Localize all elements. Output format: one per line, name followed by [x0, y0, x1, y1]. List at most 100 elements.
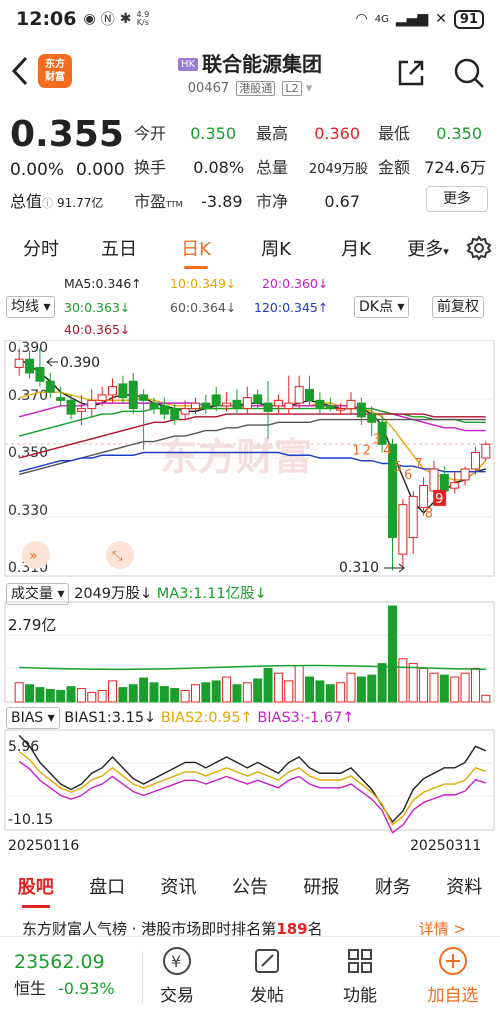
- tab-profile[interactable]: 资料: [429, 873, 500, 899]
- tab-five-day[interactable]: 五日: [82, 235, 156, 261]
- candle: [253, 394, 263, 404]
- signal-number: 8: [425, 507, 433, 522]
- stock-name: 联合能源集团: [202, 52, 323, 76]
- stock-header: 东方 财富 HK 联合能源集团 00467 港股通 L2 ▾: [0, 42, 500, 104]
- signal-number: 6: [404, 468, 412, 483]
- tab-research[interactable]: 研报: [286, 873, 357, 899]
- signal-number: 1: [352, 444, 360, 459]
- turnover-value: 0.08%: [193, 158, 245, 177]
- bias1-value: BIAS1:3.15↓: [64, 710, 157, 726]
- signal-number: 4: [383, 444, 391, 459]
- tab-intraday[interactable]: 分时: [0, 235, 82, 261]
- candle: [56, 397, 66, 401]
- svg-text:¥: ¥: [171, 952, 181, 971]
- eye-icon: ◉: [83, 11, 96, 27]
- min-price-marker: 0.310: [339, 560, 379, 576]
- mute-icon: ✕: [435, 11, 447, 27]
- volume-indicator-select[interactable]: 成交量 ▾: [6, 583, 70, 605]
- volume-bar: [97, 689, 107, 703]
- tab-news[interactable]: 资讯: [143, 873, 214, 899]
- tab-financials[interactable]: 财务: [357, 873, 428, 899]
- y-tick-label: 0.330: [8, 503, 48, 519]
- volume-bar: [346, 672, 356, 703]
- bias-top-tick: 5.96: [8, 739, 39, 755]
- share-icon[interactable]: [396, 58, 426, 88]
- add-watchlist-button[interactable]: 加自选: [418, 945, 488, 1006]
- tab-order-book[interactable]: 盘口: [71, 873, 142, 899]
- tab-more[interactable]: 更多▾: [396, 235, 460, 261]
- post-button[interactable]: 发帖: [232, 945, 302, 1006]
- volume-bar: [398, 658, 408, 703]
- volume-bar: [408, 663, 418, 703]
- volume-bar: [481, 694, 491, 703]
- candle: [305, 388, 315, 401]
- low-value: 0.350: [436, 124, 483, 143]
- period-tabs: 分时 五日 日K 周K 月K 更多▾: [0, 228, 500, 269]
- volume-bar: [439, 674, 449, 703]
- bias-line: [18, 760, 487, 834]
- popularity-ticker[interactable]: 东方财富人气榜 · 港股市场即时排名第189名 详情 >: [0, 918, 500, 936]
- open-value: 0.350: [190, 124, 237, 143]
- candle: [14, 358, 24, 368]
- y-tick-label: 0.390: [8, 340, 48, 356]
- candle: [346, 399, 356, 410]
- pe-value: -3.89: [201, 192, 243, 211]
- candle: [149, 402, 159, 410]
- volume-bar: [139, 677, 149, 703]
- gear-icon[interactable]: [466, 235, 492, 261]
- functions-button[interactable]: 功能: [325, 945, 395, 1006]
- candle: [211, 394, 221, 407]
- volume-bar: [470, 667, 480, 703]
- candle: [108, 386, 118, 396]
- grid-icon: [348, 949, 372, 973]
- change-pct: 0.00%: [10, 160, 65, 180]
- signal-label: 4G: [374, 13, 389, 25]
- volume-bar: [180, 689, 190, 703]
- ma-line: [19, 407, 486, 437]
- date-start: 20250116: [8, 838, 79, 854]
- signal-number: 7: [414, 457, 422, 472]
- dk-point-select[interactable]: DK点 ▾: [354, 296, 410, 318]
- volume-bar: [25, 684, 35, 703]
- amount-value: 724.6万: [424, 158, 487, 177]
- details-link[interactable]: 详情 >: [419, 918, 466, 936]
- candle: [273, 399, 283, 407]
- price-change: 0.00% 0.000: [10, 160, 137, 180]
- candle: [408, 495, 418, 539]
- bluetooth-icon: ✱: [119, 11, 132, 27]
- main-indicator-select[interactable]: 均线 ▾: [6, 296, 56, 318]
- volume-bar: [253, 678, 263, 703]
- quote-panel: 0.355 0.00% 0.000 总值ⓘ 91.77亿 今开 0.350 最高 0.3…: [0, 112, 500, 218]
- adjust-select[interactable]: 前复权: [432, 296, 484, 318]
- more-button[interactable]: 更多: [426, 186, 488, 212]
- connect-tag: 港股通: [236, 81, 276, 96]
- battery-indicator: 91: [453, 9, 484, 29]
- bias2-value: BIAS2:0.95↑: [160, 710, 253, 726]
- signal-number: 2: [363, 444, 371, 459]
- tab-monthly-k[interactable]: 月K: [316, 235, 396, 261]
- clock: 12:06: [16, 8, 77, 30]
- y-tick-label: 0.350: [8, 445, 48, 461]
- bias-indicator-select[interactable]: BIAS ▾: [6, 707, 60, 729]
- candle: [25, 358, 35, 374]
- stock-code: 00467: [187, 81, 230, 96]
- tab-forum[interactable]: 股吧: [0, 873, 71, 908]
- candle: [190, 402, 200, 410]
- trade-button[interactable]: ¥ 交易: [142, 945, 212, 1006]
- volume-bar: [284, 680, 294, 703]
- volume-bar: [460, 672, 470, 703]
- volume-bar: [76, 688, 86, 703]
- tab-weekly-k[interactable]: 周K: [236, 235, 316, 261]
- index-value: 23562.09: [14, 951, 105, 973]
- index-widget[interactable]: 23562.09 恒生 -0.93%: [14, 951, 115, 999]
- volume-bar: [325, 684, 335, 703]
- tab-announcements[interactable]: 公告: [214, 873, 285, 899]
- volume-bar: [294, 665, 304, 703]
- date-end: 20250311: [410, 838, 481, 854]
- tab-daily-k[interactable]: 日K: [156, 235, 236, 269]
- candle: [66, 399, 76, 415]
- candle: [284, 402, 294, 410]
- volume-bar: [232, 684, 242, 703]
- pb-value: 0.67: [324, 192, 361, 211]
- search-icon[interactable]: [452, 56, 486, 90]
